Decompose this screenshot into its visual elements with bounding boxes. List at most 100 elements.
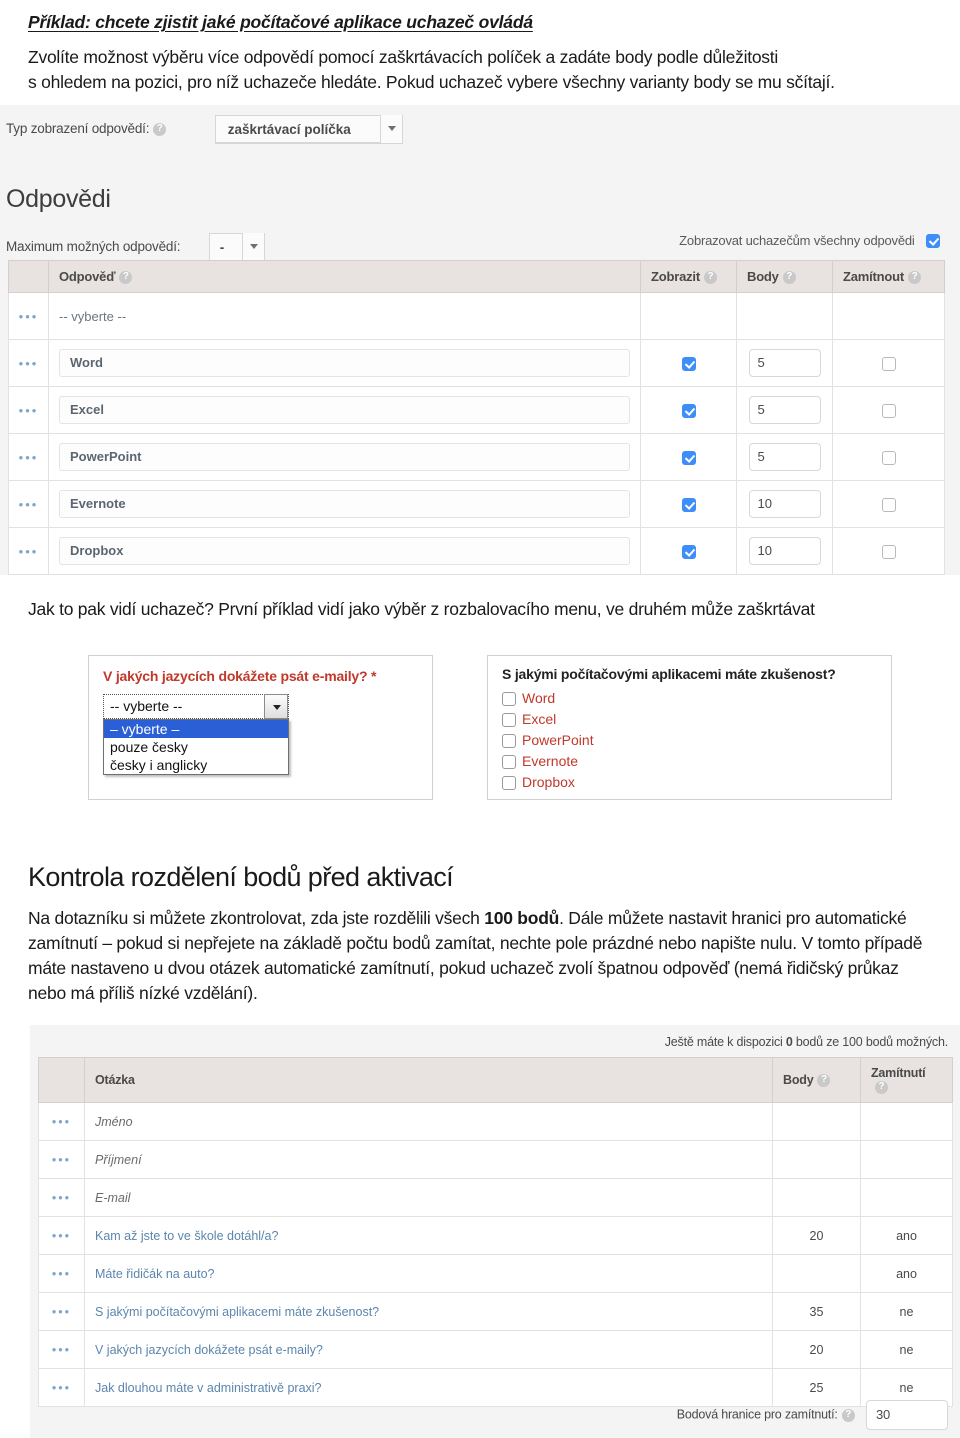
show-checkbox[interactable] xyxy=(681,544,696,559)
answer-display-type-label: Typ zobrazení odpovědí: xyxy=(6,121,150,137)
threshold-input[interactable]: 30 xyxy=(866,1400,948,1430)
answer-text-input[interactable]: Word xyxy=(59,349,630,378)
option-checkbox[interactable] xyxy=(502,734,516,748)
help-icon[interactable]: ? xyxy=(703,271,717,285)
help-icon[interactable]: ? xyxy=(908,271,922,285)
reject-checkbox[interactable] xyxy=(881,356,896,371)
row-drag-handle[interactable]: ••• xyxy=(38,1102,85,1142)
row-drag-handle[interactable]: ••• xyxy=(8,292,49,341)
row-drag-handle[interactable]: ••• xyxy=(38,1140,85,1180)
answer-text-input[interactable]: Evernote xyxy=(59,490,630,519)
document-page: Příklad: chcete zjistit jaké počítačové … xyxy=(0,0,960,1438)
help-icon[interactable]: ? xyxy=(782,271,796,285)
table-row: ••• Word 5 xyxy=(8,339,945,388)
row-drag-handle[interactable]: ••• xyxy=(38,1216,85,1256)
intro-line-2: s ohledem na pozici, pro níž uchazeče hl… xyxy=(28,72,835,92)
option-checkbox[interactable] xyxy=(502,692,516,706)
question-cell[interactable]: V jakých jazycích dokážete psát e-maily? xyxy=(84,1330,773,1370)
answer-cell: Dropbox xyxy=(48,527,641,576)
max-answers-select[interactable]: - xyxy=(208,233,265,261)
answer-text-input[interactable]: Excel xyxy=(59,396,630,425)
answer-text-input[interactable]: PowerPoint xyxy=(59,443,630,472)
example-heading: Příklad: chcete zjistit jaké počítačové … xyxy=(28,12,533,32)
row-drag-handle[interactable]: ••• xyxy=(8,433,49,482)
reject-cell: ne xyxy=(860,1330,953,1370)
section-paragraph-bold: 100 bodů xyxy=(484,908,560,928)
reject-checkbox[interactable] xyxy=(881,544,896,559)
show-all-answers-label: Zobrazovat uchazečům všechny odpovědi xyxy=(679,233,915,248)
list-item[interactable]: PowerPoint xyxy=(502,730,594,751)
show-all-answers-row: Zobrazovat uchazečům všechny odpovědi xyxy=(679,233,940,248)
overview-col-points: Body? xyxy=(772,1056,861,1104)
option-checkbox[interactable] xyxy=(502,776,516,790)
list-item[interactable]: Excel xyxy=(502,709,594,730)
row-drag-handle[interactable]: ••• xyxy=(38,1330,85,1370)
row-drag-handle[interactable]: ••• xyxy=(8,339,49,388)
preview-select-closed[interactable]: -- vyberte -- xyxy=(103,694,289,719)
overview-col-question: Otázka xyxy=(84,1056,773,1104)
max-answers-row: Maximum možných odpovědí: - xyxy=(6,233,265,261)
show-checkbox[interactable] xyxy=(681,403,696,418)
chevron-down-icon[interactable] xyxy=(264,694,288,719)
table-row: ••• Excel 5 xyxy=(8,386,945,435)
show-checkbox[interactable] xyxy=(681,497,696,512)
table-row: ••• E-mail xyxy=(38,1178,953,1218)
answers-col-reject: Zamítnout? xyxy=(832,259,945,294)
table-row: ••• -- vyberte -- xyxy=(8,292,945,341)
answers-col-points: Body? xyxy=(736,259,833,294)
reject-cell xyxy=(860,1178,953,1218)
list-item[interactable]: Evernote xyxy=(502,751,594,772)
questions-overview-table: Otázka Body? Zamítnutí? ••• Jméno ••• Příjm… xyxy=(38,1056,953,1408)
row-drag-handle[interactable]: ••• xyxy=(8,527,49,576)
answer-text-input[interactable]: Dropbox xyxy=(59,537,630,566)
row-drag-handle[interactable]: ••• xyxy=(8,480,49,529)
show-checkbox[interactable] xyxy=(681,450,696,465)
row-drag-handle[interactable]: ••• xyxy=(38,1178,85,1218)
help-icon[interactable]: ? xyxy=(875,1081,888,1095)
mid-text-block: Jak to pak vidí uchazeč? První příklad v… xyxy=(26,597,946,622)
option-checkbox[interactable] xyxy=(502,755,516,769)
question-cell[interactable]: Jméno xyxy=(84,1102,773,1142)
answer-cell: Word xyxy=(48,339,641,388)
show-all-answers-checkbox[interactable] xyxy=(926,234,940,248)
select-option[interactable]: česky i anglicky xyxy=(104,756,288,774)
list-item[interactable]: Word xyxy=(502,688,594,709)
question-cell[interactable]: Máte řidičák na auto? xyxy=(84,1254,773,1294)
question-cell[interactable]: E-mail xyxy=(84,1178,773,1218)
question-cell[interactable]: S jakými počítačovými aplikacemi máte zk… xyxy=(84,1292,773,1332)
question-cell[interactable]: Příjmení xyxy=(84,1140,773,1180)
question-cell[interactable]: Kam až jste to ve škole dotáhl/a? xyxy=(84,1216,773,1256)
option-checkbox[interactable] xyxy=(502,713,516,727)
reject-cell xyxy=(860,1140,953,1180)
list-item[interactable]: Dropbox xyxy=(502,772,594,793)
row-drag-handle[interactable]: ••• xyxy=(38,1254,85,1294)
points-input[interactable]: 5 xyxy=(748,443,821,472)
question-cell[interactable]: Jak dlouhou máte v administrativě praxi? xyxy=(84,1368,773,1408)
help-icon[interactable]: ? xyxy=(817,1074,831,1088)
select-option[interactable]: pouze česky xyxy=(104,738,288,756)
row-drag-handle[interactable]: ••• xyxy=(38,1368,85,1408)
reject-checkbox[interactable] xyxy=(881,403,896,418)
help-icon[interactable]: ? xyxy=(153,122,167,136)
reject-checkbox[interactable] xyxy=(881,497,896,512)
select-option[interactable]: – vyberte – xyxy=(104,720,288,738)
show-checkbox[interactable] xyxy=(681,356,696,371)
answers-col-answer: Odpověď? xyxy=(48,259,641,294)
option-label: Word xyxy=(522,690,556,706)
points-input[interactable]: 5 xyxy=(748,396,821,425)
preview-select-option-list[interactable]: – vyberte – pouze česky česky i anglicky xyxy=(103,719,289,775)
points-cell: 5 xyxy=(736,433,833,482)
preview-checkbox-list: Word Excel PowerPoint Evernote Dropbox xyxy=(502,688,594,793)
points-cell xyxy=(772,1254,861,1294)
answer-display-type-select[interactable]: zaškrtávací políčka xyxy=(214,115,403,143)
points-input[interactable]: 10 xyxy=(748,537,821,566)
points-input[interactable]: 10 xyxy=(748,490,821,519)
reject-cell: ano xyxy=(860,1254,953,1294)
row-drag-handle[interactable]: ••• xyxy=(38,1292,85,1332)
points-input[interactable]: 5 xyxy=(748,349,821,378)
help-icon[interactable]: ? xyxy=(119,271,133,285)
section-block: Kontrola rozdělení bodů před aktivací Na… xyxy=(26,862,941,1006)
reject-checkbox[interactable] xyxy=(881,450,896,465)
help-icon[interactable]: ? xyxy=(841,1408,855,1422)
row-drag-handle[interactable]: ••• xyxy=(8,386,49,435)
